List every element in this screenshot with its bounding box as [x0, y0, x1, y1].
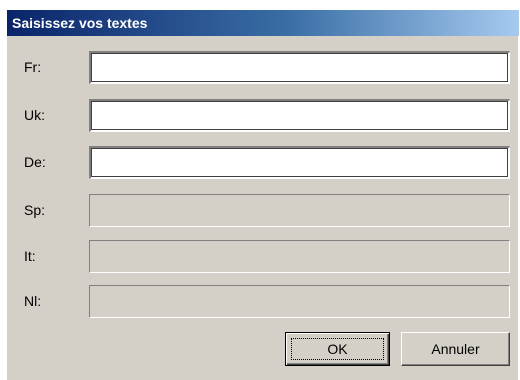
field-row-nl: Nl:: [7, 285, 519, 318]
text-input-sp: [89, 194, 510, 227]
ok-button-label: OK: [291, 338, 384, 360]
field-label-fr: Fr:: [24, 59, 42, 75]
field-row-fr: Fr:: [7, 51, 519, 84]
text-input-nl: [89, 285, 510, 318]
field-label-nl: Nl:: [24, 293, 42, 309]
field-label-de: De:: [24, 154, 46, 170]
dialog-title: Saisissez vos textes: [7, 10, 519, 36]
text-input-de[interactable]: [89, 146, 510, 179]
field-row-de: De:: [7, 146, 519, 179]
text-input-fr[interactable]: [89, 51, 510, 84]
field-label-sp: Sp:: [24, 202, 46, 218]
field-row-it: It:: [7, 240, 519, 273]
dialog-window: Saisissez vos textes Fr: Uk: De: Sp: It:…: [7, 10, 519, 380]
ok-button[interactable]: OK: [285, 332, 390, 366]
text-input-it: [89, 240, 510, 273]
text-input-uk[interactable]: [89, 99, 510, 132]
field-row-uk: Uk:: [7, 99, 519, 132]
cancel-button[interactable]: Annuler: [401, 332, 510, 366]
field-label-uk: Uk:: [24, 107, 45, 123]
field-label-it: It:: [24, 248, 36, 264]
field-row-sp: Sp:: [7, 194, 519, 227]
